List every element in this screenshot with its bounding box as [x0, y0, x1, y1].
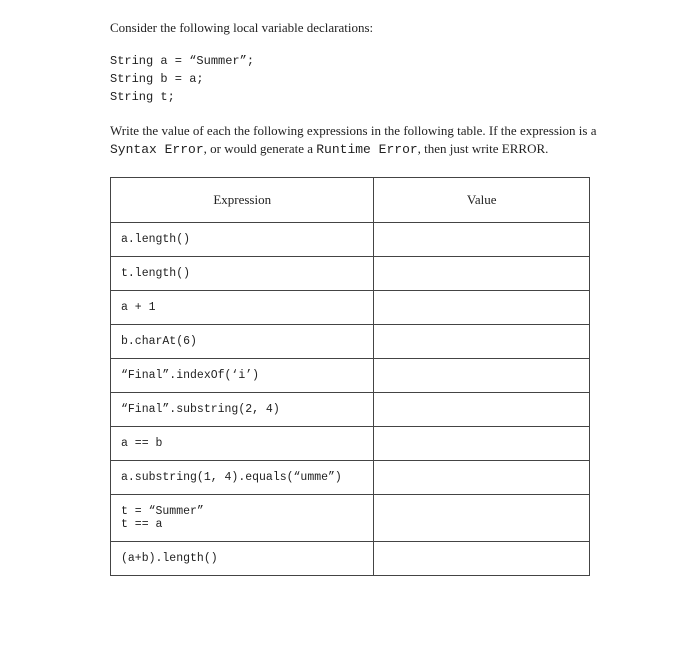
intro-text: Consider the following local variable de…	[110, 20, 610, 36]
value-cell	[374, 495, 590, 542]
table-row: “Final”.substring(2, 4)	[111, 393, 590, 427]
value-cell	[374, 542, 590, 576]
expression-cell: a.substring(1, 4).equals(“umme”)	[111, 461, 374, 495]
table-row: a == b	[111, 427, 590, 461]
value-cell	[374, 359, 590, 393]
instructions-mid: , or would generate a	[204, 141, 317, 156]
value-cell	[374, 257, 590, 291]
table-row: b.charAt(6)	[111, 325, 590, 359]
instructions-post: , then just write ERROR.	[418, 141, 549, 156]
header-value: Value	[374, 178, 590, 223]
instructions-pre: Write the value of each the following ex…	[110, 123, 596, 138]
header-expression: Expression	[111, 178, 374, 223]
table-header-row: Expression Value	[111, 178, 590, 223]
expression-cell: t.length()	[111, 257, 374, 291]
table-row: “Final”.indexOf(‘i’)	[111, 359, 590, 393]
value-cell	[374, 223, 590, 257]
value-cell	[374, 291, 590, 325]
expression-cell: b.charAt(6)	[111, 325, 374, 359]
runtime-error-term: Runtime Error	[316, 142, 417, 157]
table-row: t.length()	[111, 257, 590, 291]
table-row: t = “Summer” t == a	[111, 495, 590, 542]
expression-cell: “Final”.indexOf(‘i’)	[111, 359, 374, 393]
expression-table: Expression Value a.length()t.length()a +…	[110, 177, 590, 576]
value-cell	[374, 427, 590, 461]
value-cell	[374, 393, 590, 427]
expression-cell: (a+b).length()	[111, 542, 374, 576]
value-cell	[374, 461, 590, 495]
expression-cell: a == b	[111, 427, 374, 461]
expression-cell: a + 1	[111, 291, 374, 325]
expression-cell: “Final”.substring(2, 4)	[111, 393, 374, 427]
value-cell	[374, 325, 590, 359]
table-row: a.length()	[111, 223, 590, 257]
expression-cell: a.length()	[111, 223, 374, 257]
expression-cell: t = “Summer” t == a	[111, 495, 374, 542]
table-row: a.substring(1, 4).equals(“umme”)	[111, 461, 590, 495]
table-row: a + 1	[111, 291, 590, 325]
code-declarations: String a = “Summer”; String b = a; Strin…	[110, 52, 610, 106]
syntax-error-term: Syntax Error	[110, 142, 204, 157]
table-row: (a+b).length()	[111, 542, 590, 576]
instructions-text: Write the value of each the following ex…	[110, 122, 610, 159]
